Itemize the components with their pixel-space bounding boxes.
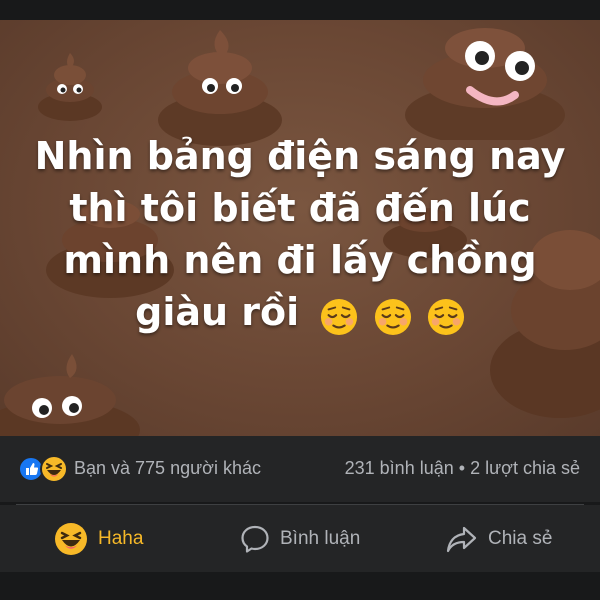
share-label: Chia sẻ [488,527,553,549]
share-button[interactable]: Chia sẻ [446,505,552,572]
poop-emoji-decoration [0,354,140,436]
comment-icon [241,525,269,553]
caption-line-with-emojis: giàu rồi [0,286,600,341]
top-bar [0,0,600,20]
emoji-group [318,289,464,341]
haha-label: Haha [98,527,144,549]
caption-line: Nhìn bảng điện sáng nay [34,134,566,178]
reactions-count-link[interactable]: Bạn và 775 người khác [74,458,261,479]
relieved-face-emoji-icon [321,298,358,336]
shares-count-link[interactable]: 2 lượt chia sẻ [470,458,580,478]
post-caption: Nhìn bảng điện sáng nay thì tôi biết đã … [0,130,600,341]
comment-button[interactable]: Bình luận [240,505,360,572]
haha-icon [55,522,87,555]
haha-reaction-button[interactable]: Haha [54,505,143,572]
caption-line: mình nên đi lấy chồng [63,238,537,282]
separator-dot: • [458,458,466,478]
haha-icon [40,455,68,483]
relieved-face-emoji-icon [374,298,411,336]
poop-emoji-decoration [38,53,102,121]
caption-line: thì tôi biết đã đến lúc [69,186,531,230]
poop-emoji-decoration [405,28,565,140]
engagement-counts: 231 bình luận • 2 lượt chia sẻ [345,458,580,479]
share-icon [446,526,477,552]
post-image[interactable]: Nhìn bảng điện sáng nay thì tôi biết đã … [0,20,600,436]
caption-line: giàu rồi [135,290,300,334]
relieved-face-emoji-icon [427,298,464,336]
comment-label: Bình luận [280,527,361,549]
bottom-bar [0,572,600,600]
comments-count-link[interactable]: 231 bình luận [345,458,454,478]
